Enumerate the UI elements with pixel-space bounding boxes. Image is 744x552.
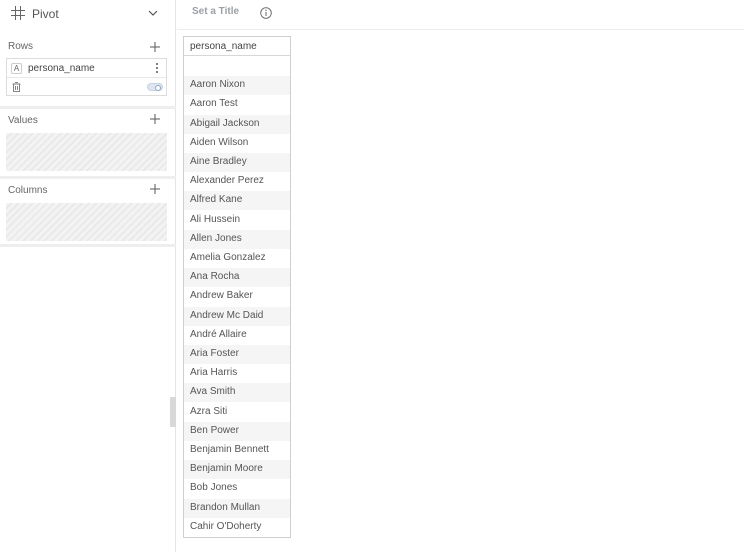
table-row[interactable]: Cahir O'Doherty bbox=[184, 518, 290, 537]
table-row[interactable]: Aine Bradley bbox=[184, 153, 290, 172]
visualization-header: Set a Title bbox=[177, 0, 744, 30]
sidebar-collapse-handle[interactable] bbox=[170, 397, 176, 427]
rows-label: Rows bbox=[8, 41, 34, 52]
pivot-grid-icon bbox=[11, 6, 25, 20]
columns-drop-zone[interactable] bbox=[6, 203, 167, 241]
table-row[interactable]: Amelia Gonzalez bbox=[184, 249, 290, 268]
trash-icon[interactable] bbox=[12, 82, 21, 92]
table-row[interactable]: Allen Jones bbox=[184, 229, 290, 249]
table-row[interactable]: Ali Hussein bbox=[184, 211, 290, 230]
info-icon[interactable] bbox=[260, 7, 272, 19]
table-row[interactable]: Ben Power bbox=[184, 421, 290, 441]
table-row[interactable]: Alexander Perez bbox=[184, 172, 290, 191]
table-row[interactable]: Brandon Mullan bbox=[184, 498, 290, 518]
table-row[interactable]: André Allaire bbox=[184, 326, 290, 345]
table-row[interactable]: Benjamin Moore bbox=[184, 460, 290, 480]
columns-label: Columns bbox=[8, 185, 48, 196]
columns-section: Columns bbox=[0, 176, 176, 242]
table-row[interactable]: Benjamin Bennett bbox=[184, 441, 290, 460]
table-row[interactable]: Aria Foster bbox=[184, 345, 290, 364]
row-field-header: A persona_name bbox=[7, 59, 166, 78]
visualization-picker[interactable]: Pivot bbox=[0, 0, 176, 28]
totals-toggle[interactable] bbox=[147, 83, 163, 91]
rows-section: Rows A persona_name bbox=[0, 36, 176, 98]
table-row[interactable]: Bob Jones bbox=[184, 479, 290, 498]
table-row[interactable]: Aaron Test bbox=[184, 95, 290, 114]
values-drop-zone[interactable] bbox=[6, 133, 167, 171]
chevron-down-icon[interactable] bbox=[148, 9, 158, 17]
table-row[interactable]: Aria Harris bbox=[184, 364, 290, 383]
table-row[interactable]: Azra Siti bbox=[184, 403, 290, 422]
row-field-name: persona_name bbox=[28, 63, 95, 74]
table-row[interactable]: Ava Smith bbox=[184, 383, 290, 403]
table-row[interactable]: Aaron Nixon bbox=[184, 76, 290, 96]
add-row-icon[interactable] bbox=[150, 42, 160, 52]
title-input[interactable]: Set a Title bbox=[192, 6, 239, 17]
section-divider bbox=[0, 244, 176, 247]
row-field-pill[interactable]: A persona_name bbox=[6, 58, 167, 96]
add-column-icon[interactable] bbox=[150, 184, 160, 194]
table-row[interactable]: Ana Rocha bbox=[184, 268, 290, 288]
values-label: Values bbox=[8, 115, 38, 126]
visualization-type-label: Pivot bbox=[32, 7, 59, 21]
values-section: Values bbox=[0, 106, 176, 172]
table-row[interactable]: Aiden Wilson bbox=[184, 134, 290, 153]
column-header-persona-name[interactable]: persona_name bbox=[184, 37, 290, 56]
row-field-options bbox=[7, 79, 166, 96]
pivot-table: persona_name Aaron Nixon Aaron Test Abigai… bbox=[183, 36, 291, 538]
add-value-icon[interactable] bbox=[150, 114, 160, 124]
table-row[interactable]: Andrew Baker bbox=[184, 287, 290, 306]
kebab-menu-icon[interactable] bbox=[155, 62, 159, 74]
table-row[interactable]: Abigail Jackson bbox=[184, 114, 290, 134]
text-type-icon: A bbox=[11, 63, 22, 74]
pivot-sidebar: Pivot Rows A persona_name Values Columns bbox=[0, 0, 176, 552]
table-row[interactable] bbox=[184, 57, 290, 76]
table-row[interactable]: Alfred Kane bbox=[184, 191, 290, 211]
table-row[interactable]: Andrew Mc Daid bbox=[184, 306, 290, 326]
